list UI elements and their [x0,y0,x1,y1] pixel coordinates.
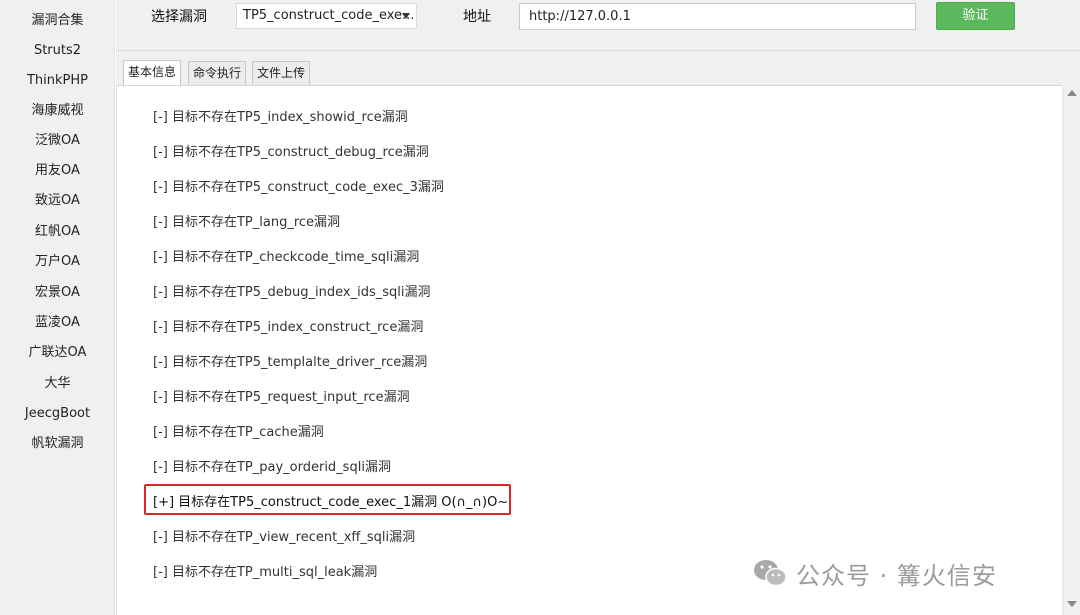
sidebar-item-struts2[interactable]: Struts2 [0,40,115,62]
sidebar: 漏洞合集 Struts2 ThinkPHP 海康威视 泛微OA 用友OA 致远O… [0,0,115,615]
wechat-icon [752,557,788,589]
vuln-select[interactable]: TP5_construct_code_exe... [236,3,417,29]
sidebar-item-lanling-oa[interactable]: 蓝凌OA [0,312,115,334]
chevron-down-icon[interactable] [402,13,410,19]
sidebar-item-zhiyuan-oa[interactable]: 致远OA [0,190,115,212]
select-vuln-label: 选择漏洞 [151,9,207,25]
result-line: [-] 目标不存在TP5_templalte_driver_rce漏洞 [153,355,428,370]
tab-file-upload[interactable]: 文件上传 [252,61,311,85]
sidebar-item-hikvision[interactable]: 海康威视 [0,100,115,122]
result-line: [-] 目标不存在TP5_index_construct_rce漏洞 [153,320,424,335]
watermark-text: 公众号 · 篝火信安 [796,561,997,590]
sidebar-item-vuln-collection[interactable]: 漏洞合集 [0,10,115,32]
result-line: [-] 目标不存在TP_multi_sql_leak漏洞 [153,565,378,580]
result-line: [-] 目标不存在TP5_index_showid_rce漏洞 [153,110,408,125]
sidebar-item-dahua[interactable]: 大华 [0,373,115,395]
address-input[interactable]: http://127.0.0.1 [519,3,916,30]
result-line: [-] 目标不存在TP5_construct_debug_rce漏洞 [153,145,429,160]
watermark: 公众号 · 篝火信安 [752,556,997,590]
tab-command-exec[interactable]: 命令执行 [188,61,247,85]
sidebar-item-yonyou-oa[interactable]: 用友OA [0,160,115,182]
result-line-vulnerable: [+] 目标存在TP5_construct_code_exec_1漏洞 O(∩_… [153,495,509,510]
result-line: [-] 目标不存在TP_cache漏洞 [153,425,324,440]
verify-button[interactable]: 验证 [936,2,1015,30]
result-line: [-] 目标不存在TP_checkcode_time_sqli漏洞 [153,250,420,265]
result-line: [-] 目标不存在TP5_construct_code_exec_3漏洞 [153,180,444,195]
vuln-select-value: TP5_construct_code_exe... [243,8,415,23]
scroll-up-icon[interactable] [1067,90,1077,96]
result-line: [-] 目标不存在TP5_debug_index_ids_sqli漏洞 [153,285,431,300]
sidebar-item-glodon-oa[interactable]: 广联达OA [0,342,115,364]
result-line: [-] 目标不存在TP_view_recent_xff_sqli漏洞 [153,530,416,545]
result-line: [-] 目标不存在TP5_request_input_rce漏洞 [153,390,410,405]
scroll-down-icon[interactable] [1067,601,1077,607]
results-panel: [-] 目标不存在TP5_index_showid_rce漏洞 [-] 目标不存… [116,85,1062,615]
sidebar-item-wanhu-oa[interactable]: 万户OA [0,251,115,273]
vertical-scrollbar[interactable] [1062,85,1080,615]
sidebar-item-thinkphp[interactable]: ThinkPHP [0,70,115,92]
result-line: [-] 目标不存在TP_pay_orderid_sqli漏洞 [153,460,391,475]
sidebar-item-hongfan-oa[interactable]: 红帆OA [0,221,115,243]
sidebar-item-hongjing-oa[interactable]: 宏景OA [0,282,115,304]
sidebar-item-fanruan[interactable]: 帆软漏洞 [0,433,115,455]
result-line: [-] 目标不存在TP_lang_rce漏洞 [153,215,341,230]
tab-basic-info[interactable]: 基本信息 [123,60,182,86]
address-label: 地址 [463,9,491,25]
tab-strip: 基本信息 命令执行 文件上传 [116,50,1080,86]
sidebar-item-fanwei-oa[interactable]: 泛微OA [0,130,115,152]
sidebar-item-jeecgboot[interactable]: JeecgBoot [0,403,115,425]
